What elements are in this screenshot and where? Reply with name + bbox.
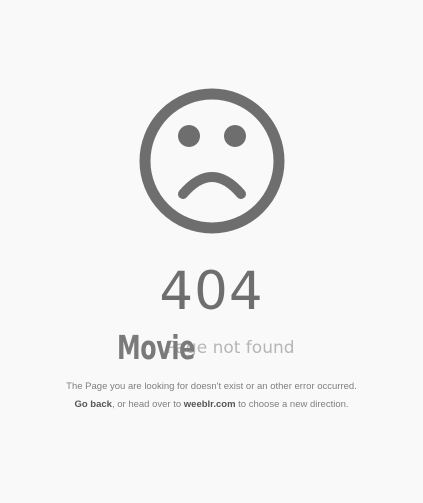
site-link[interactable]: weeblr.com (184, 399, 236, 410)
left-eye-icon (178, 125, 200, 147)
frown-icon (178, 172, 246, 199)
message-line-1: The Page you are looking for doesn't exi… (66, 381, 357, 392)
message-line-2-end: to choose a new direction. (235, 399, 349, 410)
message-line-2-middle: , or head over to (111, 399, 184, 410)
movie-overlay-text: Movie (117, 328, 195, 367)
go-back-link[interactable]: Go back (74, 399, 112, 410)
error-message: The Page you are looking for doesn't exi… (0, 378, 423, 414)
error-code: 404 (159, 261, 264, 322)
error-page: 404 Page not found Movie The Page you ar… (0, 0, 423, 503)
sad-face-icon (139, 88, 285, 234)
right-eye-icon (224, 125, 246, 147)
message-line-2: Go back, or head over to weeblr.com to c… (0, 396, 423, 414)
faded-title-suffix: not found (212, 338, 295, 358)
error-title: Page not found Movie (0, 328, 423, 368)
